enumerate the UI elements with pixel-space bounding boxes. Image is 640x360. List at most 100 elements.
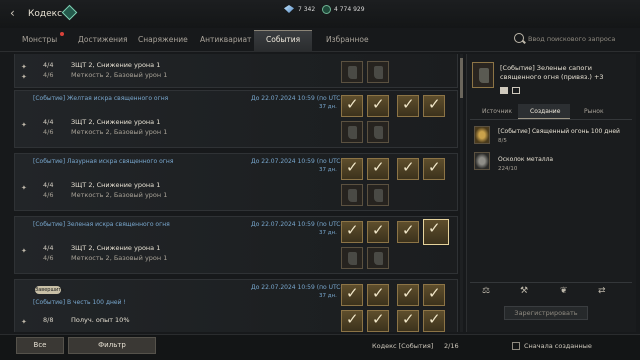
stat-count: 4/6: [43, 71, 54, 79]
action-divider: [470, 282, 632, 283]
tab-antiques[interactable]: Антиквариат: [200, 35, 251, 44]
anvil-icon[interactable]: ⚒: [520, 286, 528, 296]
wings-icon[interactable]: ❦: [560, 286, 568, 296]
entry-title: [Событие] Желтая искра священного огня: [33, 95, 169, 102]
item-slot-collected[interactable]: [423, 95, 445, 117]
stat-count: 4/6: [43, 191, 54, 199]
list-item[interactable]: ✦ 4/4 ЗЩТ 2, Снижение урона 1 ✦ 4/6 Метк…: [14, 54, 458, 88]
scales-icon[interactable]: ⚖: [482, 286, 490, 296]
item-slot[interactable]: [341, 121, 363, 143]
back-button[interactable]: ‹: [10, 6, 15, 20]
item-slot-selected[interactable]: [423, 219, 449, 245]
entry-days: 37 дн.: [319, 230, 337, 236]
tab-equipment[interactable]: Снаряжение: [138, 35, 188, 44]
stat-count: 4/6: [43, 128, 54, 136]
search-input[interactable]: [528, 33, 636, 45]
top-bar: [0, 0, 640, 28]
list-item[interactable]: [Событие] Желтая искра священного огня Д…: [14, 90, 458, 148]
stat-text: Получ. опыт 10%: [71, 316, 130, 324]
item-slot-collected[interactable]: [423, 158, 445, 180]
item-slot[interactable]: [367, 184, 389, 206]
star-icon: ✦: [21, 247, 27, 255]
register-button[interactable]: Зарегистрировать: [504, 306, 588, 320]
item-slot-collected[interactable]: [367, 284, 389, 306]
item-slot-collected[interactable]: [397, 221, 419, 243]
tab-favorites[interactable]: Избранное: [326, 35, 369, 44]
list-item[interactable]: [Событие] Зеленая искра священного огня …: [14, 216, 458, 274]
stat-text: Меткость 2, Базовый урон 1: [71, 191, 168, 199]
search-icon[interactable]: [514, 33, 524, 43]
item-slot[interactable]: [341, 247, 363, 269]
stat-text: ЗЩТ 2, Снижение урона 1: [71, 61, 161, 69]
page-counter: 2/16: [444, 342, 459, 350]
entry-deadline: До 22.07.2024 10:59 (по UTC-4): [251, 158, 349, 165]
item-slot-collected[interactable]: [341, 95, 363, 117]
item-slot-collected[interactable]: [397, 310, 419, 332]
entry-title: [Событие] Зеленая искра священного огня: [33, 221, 170, 228]
entry-deadline: До 22.07.2024 10:59 (по UTC-4): [251, 284, 349, 291]
tab-market[interactable]: Рынок: [584, 108, 604, 115]
material-name: Осколок металла: [498, 156, 554, 163]
item-slot[interactable]: [341, 61, 363, 83]
tab-craft[interactable]: Создание: [530, 108, 560, 115]
material-count: 8/5: [498, 138, 507, 144]
item-detail-panel: [466, 54, 636, 332]
stat-count: 4/4: [43, 244, 54, 252]
stat-count: 4/4: [43, 61, 54, 69]
entry-deadline: До 22.07.2024 10:59 (по UTC-4): [251, 95, 349, 102]
item-slot-collected[interactable]: [423, 310, 445, 332]
star-icon: ✦: [21, 318, 27, 326]
item-slot-collected[interactable]: [367, 221, 389, 243]
star-icon: ✦: [21, 184, 27, 192]
selected-item-icon: [472, 62, 494, 88]
item-slot-collected[interactable]: [367, 310, 389, 332]
entry-days: 37 дн.: [319, 104, 337, 110]
created-first-checkbox[interactable]: [512, 342, 520, 350]
created-first-label: Сначала созданные: [524, 342, 592, 350]
tab-source[interactable]: Источник: [482, 108, 512, 115]
entry-days: 37 дн.: [319, 167, 337, 173]
item-slot[interactable]: [367, 121, 389, 143]
stat-text: ЗЩТ 2, Снижение урона 1: [71, 118, 161, 126]
item-slot-collected[interactable]: [397, 284, 419, 306]
stat-count: 4/4: [43, 118, 54, 126]
all-button[interactable]: Все: [16, 337, 64, 354]
item-slot[interactable]: [367, 61, 389, 83]
holy-fire-material-icon[interactable]: [474, 126, 490, 144]
material-name: [Событие] Священный огонь 100 дней: [498, 128, 620, 135]
item-slot-collected[interactable]: [397, 158, 419, 180]
tab-events[interactable]: События: [266, 35, 300, 44]
tab-achievements[interactable]: Достижения: [78, 35, 127, 44]
item-slot-collected[interactable]: [341, 284, 363, 306]
info-icon: [512, 87, 520, 94]
item-slot-collected[interactable]: [341, 310, 363, 332]
item-slot-collected[interactable]: [397, 95, 419, 117]
metal-shard-material-icon[interactable]: [474, 152, 490, 170]
status-badge: Завершить: [35, 286, 65, 294]
swap-icon[interactable]: ⇄: [598, 286, 606, 296]
list-scrollbar-thumb[interactable]: [460, 58, 463, 98]
item-slot[interactable]: [367, 247, 389, 269]
notification-dot: [60, 32, 64, 36]
list-item[interactable]: [Событие] Лазурная искра священного огня…: [14, 153, 458, 211]
stat-count: 4/4: [43, 181, 54, 189]
entry-title: [Событие] В честь 100 дней !: [33, 299, 126, 306]
item-slot-collected[interactable]: [367, 95, 389, 117]
event-list: ✦ 4/4 ЗЩТ 2, Снижение урона 1 ✦ 4/6 Метк…: [14, 54, 458, 332]
item-slot[interactable]: [341, 184, 363, 206]
item-slot-collected[interactable]: [367, 158, 389, 180]
stat-text: Меткость 2, Базовый урон 1: [71, 71, 168, 79]
page-title: Кодекс: [28, 9, 63, 19]
filter-button[interactable]: Фильтр: [68, 337, 156, 354]
gold-currency-amount: 4 774 929: [334, 6, 365, 13]
material-count: 224/10: [498, 166, 518, 172]
item-slot-collected[interactable]: [341, 158, 363, 180]
gold-currency-icon: [322, 5, 331, 14]
list-item[interactable]: Завершить [Событие] В честь 100 дней ! Д…: [14, 279, 458, 332]
star-icon: ✦: [21, 63, 27, 71]
entry-title: [Событие] Лазурная искра священного огня: [33, 158, 174, 165]
stat-text: Меткость 2, Базовый урон 1: [71, 254, 168, 262]
tab-monsters[interactable]: Монстры: [22, 35, 57, 44]
item-slot-collected[interactable]: [423, 284, 445, 306]
item-slot-collected[interactable]: [341, 221, 363, 243]
